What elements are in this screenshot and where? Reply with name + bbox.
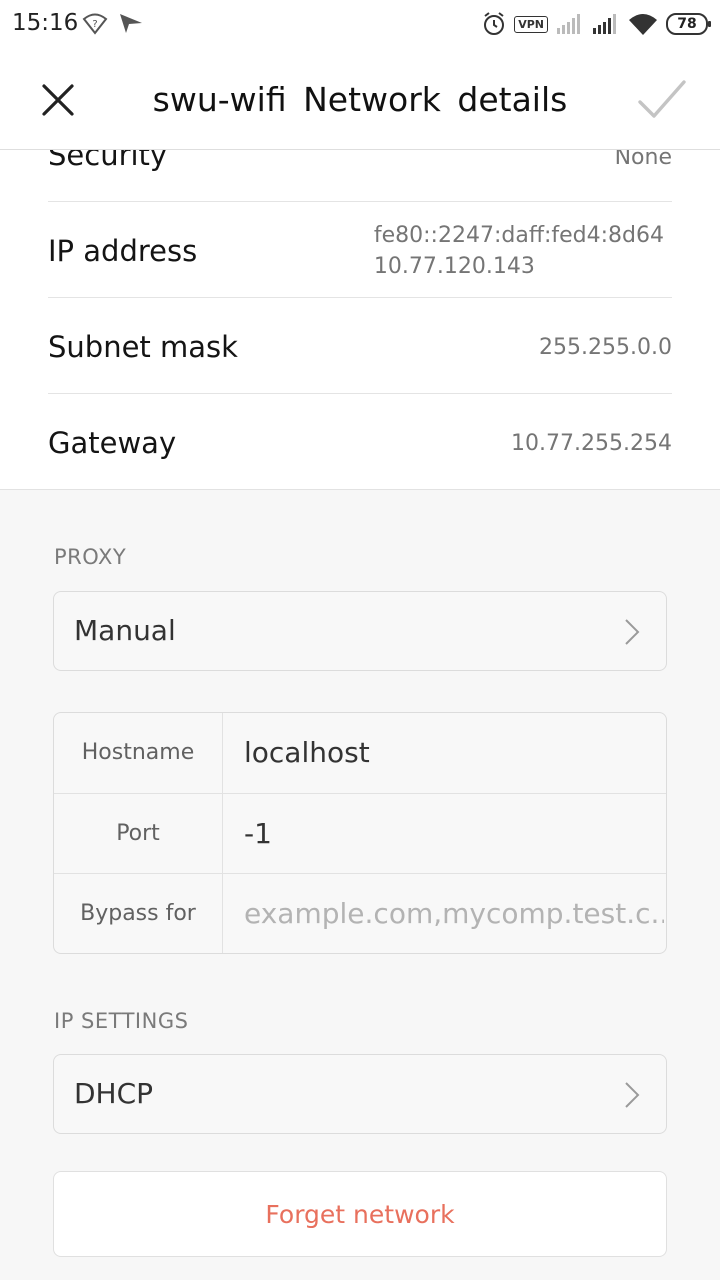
status-time: 15:16 — [12, 10, 79, 36]
info-label: Subnet mask — [48, 330, 238, 364]
bypass-input[interactable]: example.com,mycomp.test.c... — [244, 874, 664, 953]
proxy-section-label: PROXY — [54, 545, 127, 569]
proxy-bypass-row: Bypass for example.com,mycomp.test.c... — [54, 873, 666, 953]
ip-settings-select[interactable]: DHCP — [53, 1054, 667, 1134]
network-info-list: Security None IP address fe80::2247:daff… — [0, 120, 720, 490]
page-title: swu-wifi Network details — [152, 80, 568, 119]
info-value: 255.255.0.0 — [539, 335, 672, 360]
title-bar: swu-wifi Network details — [0, 50, 720, 150]
info-row-gateway: Gateway 10.77.255.254 — [48, 394, 672, 490]
proxy-mode-value: Manual — [74, 614, 176, 647]
vpn-icon: VPN — [514, 15, 548, 33]
signal-icon — [557, 14, 580, 34]
chevron-right-icon — [625, 1082, 640, 1108]
ipv4-address: 10.77.120.143 — [373, 254, 535, 279]
info-row-subnet-mask: Subnet mask 255.255.0.0 — [48, 298, 672, 394]
ip-settings-value: DHCP — [74, 1077, 154, 1110]
proxy-settings-table: Hostname localhost Port -1 Bypass for ex… — [53, 712, 667, 954]
svg-text:?: ? — [92, 19, 97, 30]
info-label: IP address — [48, 234, 198, 268]
hostname-label: Hostname — [54, 713, 223, 793]
port-label: Port — [54, 794, 223, 874]
proxy-mode-select[interactable]: Manual — [53, 591, 667, 671]
chevron-right-icon — [625, 619, 640, 645]
ipv6-address: fe80::2247:daff:fed4:8d64 — [373, 223, 664, 248]
ip-settings-section-label: IP SETTINGS — [54, 1009, 189, 1033]
proxy-port-row: Port -1 — [54, 793, 666, 874]
battery-icon: 78 — [666, 13, 711, 35]
proxy-hostname-row: Hostname localhost — [54, 713, 666, 793]
info-label: Gateway — [48, 426, 177, 460]
alarm-icon — [484, 12, 505, 35]
checkmark-icon[interactable] — [636, 78, 688, 122]
info-value: 10.77.255.254 — [511, 431, 672, 456]
signal-icon — [593, 14, 616, 34]
info-value: fe80::2247:daff:fed4:8d64 10.77.120.143 — [374, 220, 664, 282]
port-input[interactable]: -1 — [244, 794, 664, 874]
wifi-question-icon: ? — [82, 13, 108, 35]
status-bar: 15:16 ? VPN 78 — [0, 0, 720, 50]
info-row-ip-address: IP address fe80::2247:daff:fed4:8d64 10.… — [48, 202, 672, 298]
forget-network-button[interactable]: Forget network — [53, 1171, 667, 1257]
bypass-label: Bypass for — [54, 874, 223, 953]
hostname-input[interactable]: localhost — [244, 713, 664, 793]
wifi-icon — [629, 14, 657, 35]
send-icon — [120, 14, 142, 33]
